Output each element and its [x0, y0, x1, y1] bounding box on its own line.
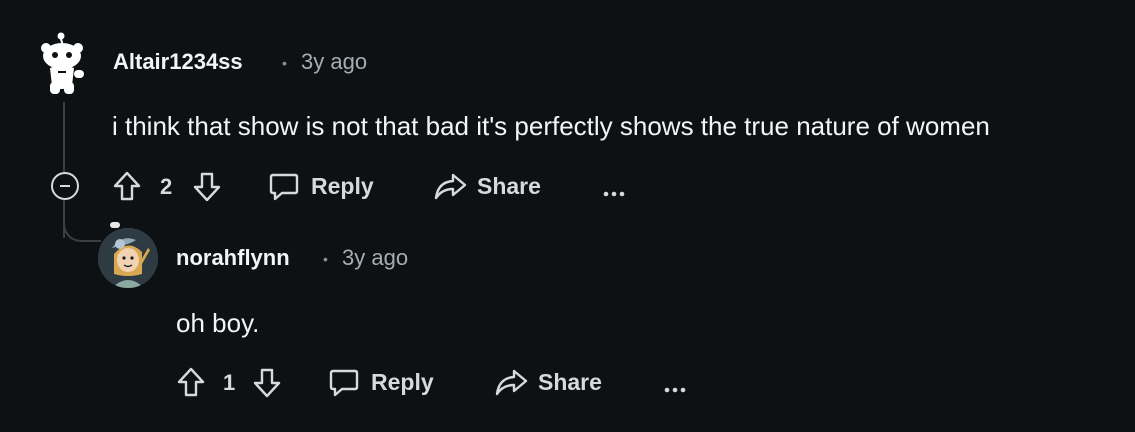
comment-author[interactable]: norahflynn: [176, 245, 290, 271]
share-label: Share: [538, 368, 602, 395]
comment-body: i think that show is not that bad it's p…: [112, 111, 990, 141]
more-options-icon[interactable]: [603, 184, 625, 202]
share-button[interactable]: Share: [494, 366, 602, 398]
downvote-icon[interactable]: [192, 171, 222, 208]
share-button[interactable]: Share: [433, 170, 541, 202]
upvote-icon[interactable]: [176, 366, 206, 403]
comment-icon: [328, 366, 360, 398]
reply-button[interactable]: Reply: [328, 366, 434, 398]
thread-line-curve: [63, 206, 101, 242]
comment-icon: [268, 170, 300, 202]
comment-timestamp[interactable]: 3y ago: [301, 49, 367, 75]
vote-count: 2: [160, 174, 173, 199]
comment-body: oh boy.: [176, 308, 260, 338]
meta-separator: •: [323, 251, 328, 267]
user-avatar[interactable]: [98, 228, 158, 288]
more-options-icon[interactable]: [664, 380, 686, 398]
meta-separator: •: [282, 55, 287, 71]
reply-label: Reply: [371, 368, 434, 395]
downvote-icon[interactable]: [252, 367, 282, 404]
collapse-thread-button[interactable]: [51, 172, 79, 200]
share-icon: [494, 366, 528, 398]
upvote-icon[interactable]: [112, 170, 142, 207]
comment-timestamp[interactable]: 3y ago: [342, 245, 408, 271]
avatar-snoo[interactable]: [36, 30, 92, 96]
share-icon: [433, 170, 467, 202]
reply-button[interactable]: Reply: [268, 170, 374, 202]
reply-label: Reply: [311, 172, 374, 199]
comment-author[interactable]: Altair1234ss: [113, 49, 243, 75]
share-label: Share: [477, 172, 541, 199]
vote-count: 1: [223, 370, 236, 395]
avatar-accessory: [110, 222, 120, 228]
thread-line-main: [63, 102, 65, 172]
